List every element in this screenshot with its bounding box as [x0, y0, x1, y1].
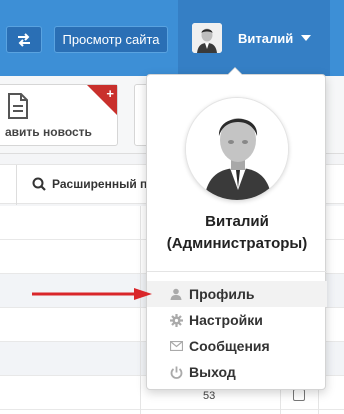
- divider: [16, 165, 17, 205]
- menu-item-label: Настройки: [189, 312, 263, 328]
- view-site-button[interactable]: Просмотр сайта: [54, 26, 168, 53]
- menu-item-settings[interactable]: Настройки: [147, 307, 327, 333]
- switch-button[interactable]: [6, 26, 42, 53]
- divider: [147, 271, 327, 272]
- document-icon: [8, 93, 28, 119]
- user-name-line: Виталий: [205, 213, 269, 230]
- search-icon: [32, 177, 46, 191]
- advanced-search-button[interactable]: Расширенный п: [52, 177, 147, 191]
- chevron-down-icon: [301, 35, 312, 41]
- envelope-icon: [169, 339, 183, 353]
- menu-item-messages[interactable]: Сообщения: [147, 333, 327, 359]
- menu-item-logout[interactable]: Выход: [147, 359, 327, 385]
- menu-item-label: Сообщения: [189, 338, 270, 354]
- user-icon: [169, 287, 183, 301]
- user-role-line: (Администраторы): [166, 235, 308, 252]
- add-news-button[interactable]: авить новость +: [0, 84, 118, 146]
- menu-item-label: Профиль: [189, 286, 255, 302]
- top-bar: Просмотр сайта Виталий: [0, 0, 344, 76]
- red-arrow-annotation: [32, 288, 152, 300]
- avatar-large: [185, 97, 289, 201]
- table-cell-count: 53: [203, 390, 216, 402]
- menu-item-label: Выход: [189, 364, 236, 380]
- column-divider: [140, 206, 141, 414]
- view-site-label: Просмотр сайта: [62, 32, 160, 47]
- menu-item-profile[interactable]: Профиль: [147, 281, 327, 307]
- user-full-name: Виталий (Администраторы): [147, 211, 327, 255]
- power-icon: [169, 365, 183, 379]
- plus-icon: +: [106, 86, 114, 101]
- gear-icon: [169, 313, 183, 327]
- row-checkbox[interactable]: [293, 389, 305, 401]
- user-name: Виталий: [238, 30, 294, 46]
- user-dropdown-menu: Виталий (Администраторы) Профиль Настрой…: [146, 67, 327, 390]
- avatar: [192, 23, 222, 53]
- user-menu-toggle[interactable]: Виталий: [178, 0, 330, 76]
- add-news-label: авить новость: [5, 125, 92, 139]
- swap-arrows-icon: [18, 32, 30, 47]
